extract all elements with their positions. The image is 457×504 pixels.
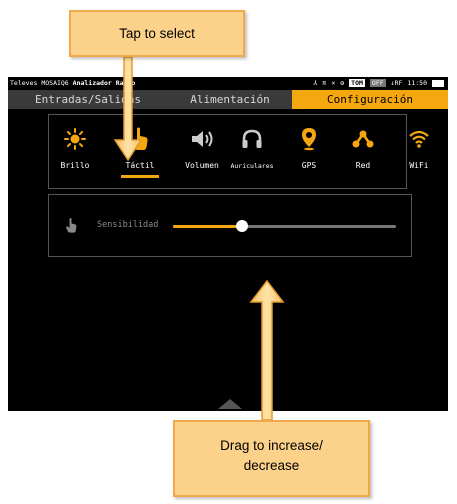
tap-callout: Tap to select — [69, 10, 245, 57]
settings-icon: ⚙ — [340, 79, 345, 87]
off-badge: OFF — [369, 79, 386, 87]
wifi-icon: ≋ — [322, 79, 327, 87]
gps-pin-icon — [284, 127, 334, 151]
setting-brillo[interactable]: Brillo — [50, 115, 100, 188]
network-share-icon — [338, 127, 388, 151]
selected-underline — [121, 175, 159, 178]
touch-hand-icon — [65, 217, 78, 238]
sensitivity-slider[interactable] — [173, 220, 396, 232]
network-icon: ⅄ — [313, 79, 318, 87]
touch-hand-icon — [115, 127, 165, 151]
rf-label: ↓RF — [390, 79, 403, 87]
setting-label: Volumen — [185, 161, 219, 170]
tab-alimentacion[interactable]: Alimentación — [168, 90, 292, 109]
setting-label: WiFi — [409, 161, 429, 170]
setting-label: GPS — [301, 161, 317, 170]
volume-icon — [177, 127, 227, 151]
slider-fill — [173, 225, 243, 228]
battery-icon — [432, 79, 444, 87]
clock: 11:50 — [407, 79, 427, 87]
app-title: Analizador Radio — [72, 79, 136, 87]
setting-gps[interactable]: GPS — [284, 115, 334, 188]
slider-thumb[interactable] — [236, 220, 249, 232]
setting-tactil[interactable]: Táctil — [115, 115, 165, 188]
tab-bar: Entradas/Salidas Alimentación Configurac… — [8, 90, 448, 109]
sensitivity-label: Sensibilidad — [97, 220, 159, 230]
setting-label: Táctil — [125, 161, 155, 170]
tom-badge: TOM — [349, 79, 365, 87]
drag-callout: Drag to increase/ decrease — [173, 420, 370, 497]
brightness-icon — [50, 127, 100, 151]
antenna-icon: ✕ — [331, 79, 336, 87]
setting-volumen[interactable]: Volumen — [177, 115, 227, 188]
wifi-icon — [394, 127, 444, 151]
status-bar: Televes MOSAIQ6 Analizador Radio ⅄ ≋ ✕ ⚙… — [8, 77, 448, 89]
drag-callout-line1: Drag to increase/ — [220, 438, 323, 453]
setting-label: Red — [355, 161, 371, 170]
tap-callout-text: Tap to select — [119, 26, 195, 41]
setting-wifi[interactable]: WiFi — [394, 115, 444, 188]
brand-label: Televes — [10, 79, 38, 87]
setting-label: Auriculares — [230, 162, 274, 170]
device-screen: Televes MOSAIQ6 Analizador Radio ⅄ ≋ ✕ ⚙… — [8, 77, 448, 411]
sensitivity-panel: Sensibilidad — [48, 194, 412, 257]
chevron-up-icon[interactable] — [218, 399, 242, 409]
headphones-icon — [227, 127, 277, 151]
tab-entradas-salidas[interactable]: Entradas/Salidas — [8, 90, 168, 109]
setting-label: Brillo — [60, 161, 90, 170]
drag-callout-line2: decrease — [243, 458, 300, 473]
settings-icon-panel: Brillo Táctil Volumen Auriculares GPS Re… — [48, 114, 429, 189]
model-label: MOSAIQ6 — [41, 79, 69, 87]
setting-auriculares[interactable]: Auriculares — [227, 115, 277, 188]
setting-red[interactable]: Red — [338, 115, 388, 188]
tab-configuracion[interactable]: Configuración — [292, 90, 448, 109]
